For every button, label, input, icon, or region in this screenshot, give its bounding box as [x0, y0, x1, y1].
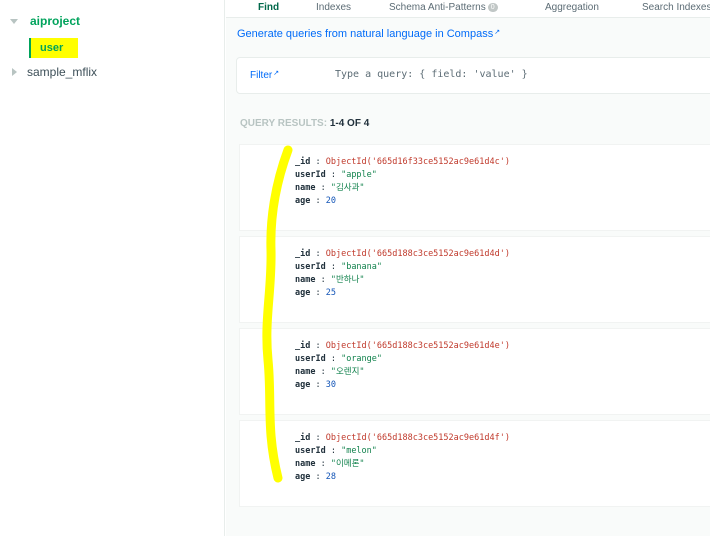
field-key: age	[295, 288, 311, 298]
field-separator: :	[315, 183, 331, 193]
field-value: "김사과"	[330, 183, 365, 193]
tab-search-indexes[interactable]: Search Indexes	[642, 2, 710, 13]
field-separator: :	[310, 433, 326, 443]
query-bar: Filter↗	[236, 57, 710, 94]
field-separator: :	[310, 472, 326, 482]
field-key: userId	[295, 262, 326, 272]
tab-find[interactable]: Find	[258, 2, 279, 13]
chevron-down-icon[interactable]	[10, 18, 18, 24]
document-field-age: age : 30	[295, 380, 336, 391]
field-key: name	[295, 367, 316, 377]
field-value: "이메론"	[330, 459, 365, 469]
document-field-name: name : "오렌지"	[295, 367, 365, 378]
db-name-label: sample_mflix	[27, 65, 98, 79]
field-value: "banana"	[341, 262, 383, 272]
field-separator: :	[325, 170, 342, 180]
document-field-age: age : 28	[295, 472, 336, 483]
collection-tabs: Find Indexes Schema Anti-Patterns 0 Aggre…	[226, 0, 710, 18]
field-separator: :	[310, 249, 326, 259]
field-key: _id	[295, 157, 311, 167]
field-value: "apple"	[341, 170, 377, 180]
field-key: _id	[295, 341, 311, 351]
document-field-id: _id : ObjectId('665d188c3ce5152ac9e61d4d…	[295, 249, 510, 260]
field-value: ObjectId('665d188c3ce5152ac9e61d4e')	[325, 341, 510, 351]
results-label: QUERY RESULTS:	[240, 118, 328, 129]
field-value: ObjectId('665d16f33ce5152ac9e61d4c')	[325, 157, 510, 167]
field-value: "오렌지"	[330, 367, 365, 377]
field-separator: :	[325, 262, 342, 272]
filter-input[interactable]	[335, 69, 635, 80]
tab-indexes[interactable]: Indexes	[316, 2, 351, 13]
field-key: userId	[295, 446, 326, 456]
db-name-label: aiproject	[30, 14, 81, 28]
field-separator: :	[310, 196, 326, 206]
field-key: age	[295, 380, 311, 390]
sidebar-collection-user[interactable]: user	[29, 38, 78, 58]
filter-label: Filter	[250, 70, 273, 81]
tab-aggregation[interactable]: Aggregation	[545, 2, 599, 13]
document-field-id: _id : ObjectId('665d16f33ce5152ac9e61d4c…	[295, 157, 510, 168]
field-value: "반하나"	[330, 275, 365, 285]
generate-queries-link[interactable]: Generate queries from natural language i…	[237, 28, 500, 40]
document-card[interactable]: _id : ObjectId('665d188c3ce5152ac9e61d4d…	[239, 236, 710, 323]
field-value: "melon"	[341, 446, 377, 456]
external-link-icon: ↗	[494, 29, 501, 36]
document-field-name: name : "김사과"	[295, 183, 365, 194]
filter-link[interactable]: Filter↗	[250, 69, 279, 81]
main-panel: Find Indexes Schema Anti-Patterns 0 Aggre…	[226, 0, 710, 536]
sidebar-db-aiproject[interactable]: aiproject	[10, 12, 80, 30]
field-separator: :	[310, 341, 326, 351]
document-card[interactable]: _id : ObjectId('665d188c3ce5152ac9e61d4e…	[239, 328, 710, 415]
count-badge: 0	[487, 3, 498, 12]
sidebar-db-sample-mflix[interactable]: sample_mflix	[12, 64, 97, 80]
link-text: Generate queries from natural language i…	[237, 28, 494, 40]
field-key: age	[295, 472, 311, 482]
document-field-id: _id : ObjectId('665d188c3ce5152ac9e61d4e…	[295, 341, 510, 352]
document-field-age: age : 20	[295, 196, 336, 207]
field-value: 28	[325, 472, 336, 482]
document-field-id: _id : ObjectId('665d188c3ce5152ac9e61d4f…	[295, 433, 510, 444]
document-field-age: age : 25	[295, 288, 336, 299]
field-separator: :	[310, 157, 326, 167]
field-separator: :	[315, 275, 331, 285]
field-key: _id	[295, 249, 311, 259]
field-separator: :	[325, 446, 342, 456]
field-separator: :	[310, 288, 326, 298]
field-value: 25	[325, 288, 336, 298]
field-value: ObjectId('665d188c3ce5152ac9e61d4f')	[325, 433, 510, 443]
collection-name-label: user	[40, 42, 64, 54]
field-value: 30	[325, 380, 336, 390]
tab-label: Schema Anti-Patterns	[389, 2, 486, 13]
tab-schema-anti-patterns[interactable]: Schema Anti-Patterns 0	[389, 2, 498, 13]
document-field-userid: userId : "apple"	[295, 170, 377, 181]
external-link-icon: ↗	[273, 70, 280, 77]
field-key: userId	[295, 170, 326, 180]
document-field-userid: userId : "orange"	[295, 354, 382, 365]
field-value: ObjectId('665d188c3ce5152ac9e61d4d')	[325, 249, 510, 259]
document-field-userid: userId : "melon"	[295, 446, 377, 457]
document-card[interactable]: _id : ObjectId('665d188c3ce5152ac9e61d4f…	[239, 420, 710, 507]
field-key: name	[295, 275, 316, 285]
field-separator: :	[310, 380, 326, 390]
field-separator: :	[325, 354, 342, 364]
field-key: _id	[295, 433, 311, 443]
field-key: userId	[295, 354, 326, 364]
field-key: name	[295, 459, 316, 469]
field-key: name	[295, 183, 316, 193]
field-value: "orange"	[341, 354, 383, 364]
sidebar: aiproject user sample_mflix	[0, 0, 225, 536]
document-field-name: name : "반하나"	[295, 275, 365, 286]
document-card[interactable]: _id : ObjectId('665d16f33ce5152ac9e61d4c…	[239, 144, 710, 231]
results-count: 1-4 OF 4	[329, 118, 370, 129]
document-field-name: name : "이메론"	[295, 459, 365, 470]
chevron-right-icon[interactable]	[12, 68, 17, 76]
field-key: age	[295, 196, 311, 206]
field-value: 20	[325, 196, 336, 206]
field-separator: :	[315, 459, 331, 469]
query-results-summary: QUERY RESULTS: 1-4 OF 4	[240, 118, 369, 129]
document-field-userid: userId : "banana"	[295, 262, 382, 273]
field-separator: :	[315, 367, 331, 377]
